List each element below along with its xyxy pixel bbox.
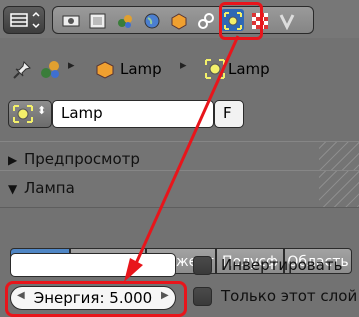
annotation-arrow (124, 35, 240, 282)
